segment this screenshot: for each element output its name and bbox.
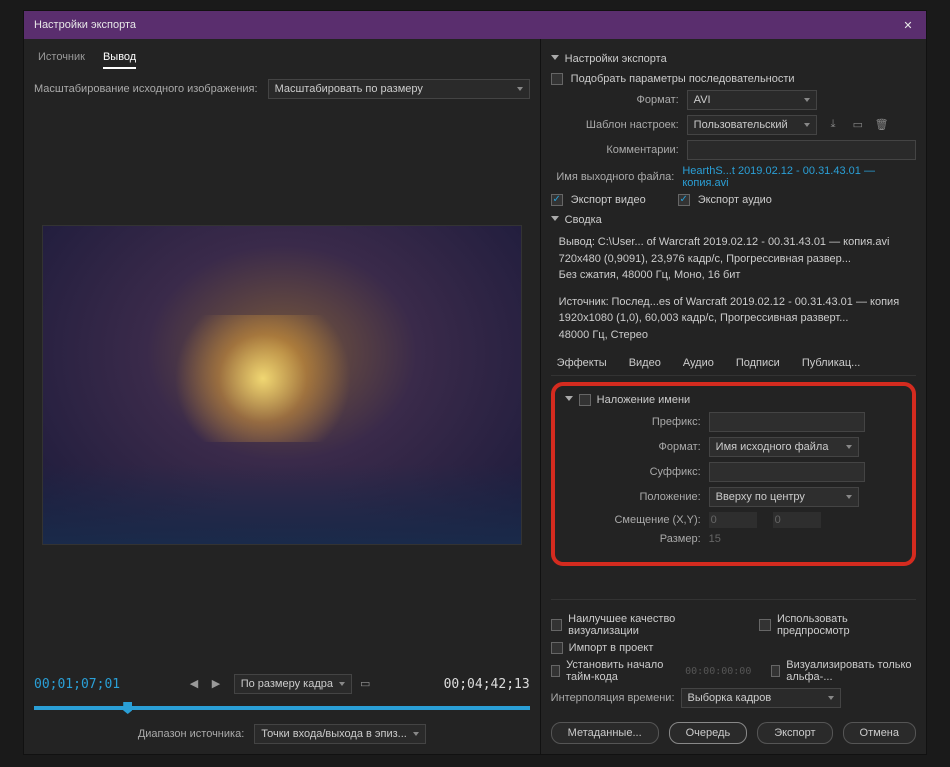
export-settings-dialog: Настройки экспорта ✕ Источник Вывод Масш… xyxy=(23,10,927,755)
range-label: Диапазон источника: xyxy=(138,728,244,740)
tab-source[interactable]: Источник xyxy=(38,51,85,69)
format-select[interactable]: AVI xyxy=(687,90,817,110)
tab-video[interactable]: Видео xyxy=(627,353,663,375)
dialog-title: Настройки экспорта xyxy=(34,19,136,31)
match-sequence-label: Подобрать параметры последовательности xyxy=(571,73,795,85)
cancel-button[interactable]: Отмена xyxy=(843,722,916,744)
tab-effects[interactable]: Эффекты xyxy=(555,353,609,375)
bottom-options: Наилучшее качество визуализации Использо… xyxy=(551,599,916,744)
export-button[interactable]: Экспорт xyxy=(757,722,832,744)
titlebar: Настройки экспорта ✕ xyxy=(24,11,926,39)
offset-x-input[interactable] xyxy=(709,512,757,528)
timecode-in[interactable]: 00;01;07;01 xyxy=(34,677,120,692)
tab-audio[interactable]: Аудио xyxy=(681,353,716,375)
preset-select[interactable]: Пользовательский xyxy=(687,115,817,135)
preview-image xyxy=(42,225,522,545)
match-sequence-checkbox[interactable] xyxy=(551,73,563,85)
preview-area xyxy=(34,111,530,658)
use-preview-checkbox[interactable] xyxy=(759,619,770,631)
delete-preset-icon[interactable]: 🗑 xyxy=(875,118,889,132)
overlay-format-select[interactable]: Имя исходного файла xyxy=(709,437,859,457)
offset-y-input[interactable] xyxy=(773,512,821,528)
timeline-slider[interactable] xyxy=(34,706,530,710)
render-alpha-checkbox[interactable] xyxy=(771,665,780,677)
tab-publish[interactable]: Публикац... xyxy=(800,353,863,375)
step-back-icon[interactable]: ◀ xyxy=(190,677,204,691)
right-panel: Настройки экспорта Подобрать параметры п… xyxy=(541,39,926,754)
timecode-out: 00;04;42;13 xyxy=(444,677,530,692)
name-overlay-section: Наложение имени Префикс: Формат:Имя исхо… xyxy=(551,382,916,566)
overlay-position-select[interactable]: Вверху по центру xyxy=(709,487,859,507)
suffix-input[interactable] xyxy=(709,462,865,482)
scale-label: Масштабирование исходного изображения: xyxy=(34,83,258,95)
tab-output[interactable]: Вывод xyxy=(103,51,136,69)
close-button[interactable]: ✕ xyxy=(900,17,916,33)
import-preset-icon[interactable]: ▭ xyxy=(853,118,867,132)
best-quality-checkbox[interactable] xyxy=(551,619,562,631)
queue-button[interactable]: Очередь xyxy=(669,722,748,744)
save-preset-icon[interactable]: ⤓ xyxy=(831,118,845,132)
overlay-size-value[interactable]: 15 xyxy=(709,533,721,545)
fit-select[interactable]: По размеру кадра xyxy=(234,674,352,694)
export-audio-checkbox[interactable] xyxy=(678,194,690,206)
crop-icon[interactable]: ▭ xyxy=(360,677,374,691)
export-video-checkbox[interactable] xyxy=(551,194,563,206)
step-fwd-icon[interactable]: ▶ xyxy=(212,677,226,691)
scale-select[interactable]: Масштабировать по размеру xyxy=(268,79,530,99)
time-interpolation-select[interactable]: Выборка кадров xyxy=(681,688,841,708)
export-settings-hdr: Настройки экспорта xyxy=(565,53,667,65)
comments-input[interactable] xyxy=(687,140,916,160)
output-filename-link[interactable]: HearthS...t 2019.02.12 - 00.31.43.01 — к… xyxy=(682,165,916,189)
name-overlay-checkbox[interactable] xyxy=(579,394,591,406)
prefix-input[interactable] xyxy=(709,412,865,432)
import-project-checkbox[interactable] xyxy=(551,642,563,654)
tab-captions[interactable]: Подписи xyxy=(734,353,782,375)
metadata-button[interactable]: Метаданные... xyxy=(551,722,659,744)
summary-hdr: Сводка xyxy=(565,214,602,226)
range-select[interactable]: Точки входа/выхода в эпиз... xyxy=(254,724,426,744)
settings-tabs: Эффекты Видео Аудио Подписи Публикац... xyxy=(551,353,916,376)
summary-output: Вывод: C:\User... of Warcraft 2019.02.12… xyxy=(551,234,916,284)
summary-source: Источник: Послед...es of Warcraft 2019.0… xyxy=(551,294,916,344)
left-panel: Источник Вывод Масштабирование исходного… xyxy=(24,39,541,754)
set-timecode-checkbox[interactable] xyxy=(551,665,560,677)
timeline: 00;01;07;01 ◀ ▶ По размеру кадра ▭ 00;04… xyxy=(34,668,530,744)
